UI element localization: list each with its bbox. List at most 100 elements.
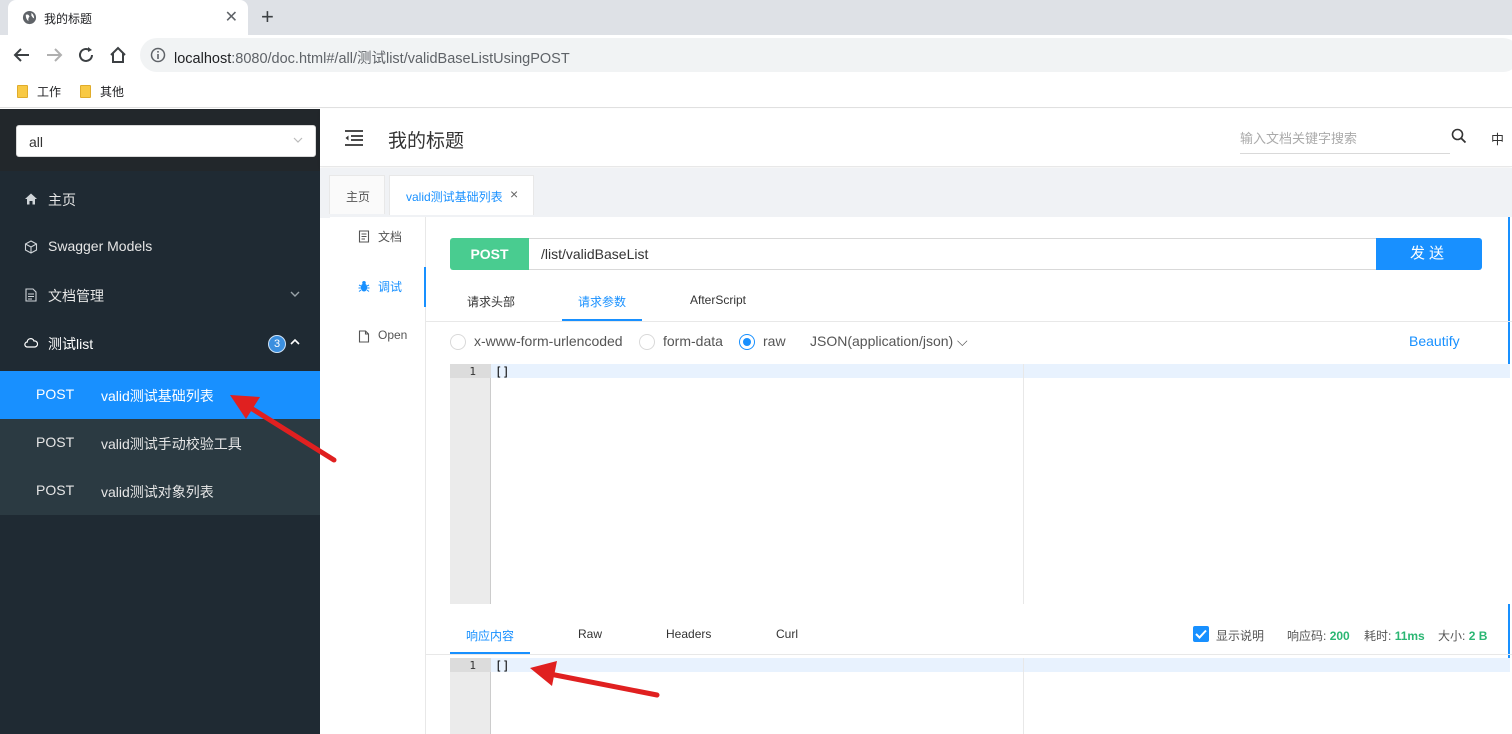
method-badge: POST bbox=[450, 238, 529, 270]
tab-curl[interactable]: Curl bbox=[776, 627, 798, 641]
sidebar-item-doc-manage[interactable]: 文档管理 bbox=[0, 271, 320, 319]
editor-code: [] bbox=[495, 365, 510, 379]
option-label: x-www-form-urlencoded bbox=[474, 333, 623, 349]
sidebar-item-home[interactable]: 主页 bbox=[0, 175, 320, 223]
request-tabs: 请求头部 请求参数 AfterScript bbox=[426, 282, 1512, 322]
url-path: :8080/doc.html#/all/测试list/validBaseList… bbox=[231, 51, 570, 67]
tab-request-params[interactable]: 请求参数 bbox=[578, 293, 626, 310]
address-bar[interactable]: localhost:8080/doc.html#/all/测试list/vali… bbox=[140, 38, 1512, 72]
content-type-select[interactable]: JSON(application/json) ⌵ bbox=[810, 333, 968, 350]
tab-response-content[interactable]: 响应内容 bbox=[466, 627, 514, 644]
chevron-up-icon bbox=[290, 338, 300, 345]
search-icon[interactable] bbox=[1451, 128, 1467, 144]
tab-label: Open bbox=[378, 328, 408, 342]
browser-toolbar: localhost:8080/doc.html#/all/测试list/vali… bbox=[0, 35, 1512, 75]
browser-tab-title: 我的标题 bbox=[44, 12, 93, 26]
print-margin bbox=[1023, 658, 1024, 734]
tab-label: 文档 bbox=[378, 230, 403, 244]
mode-tabs: 文档 调试 Open bbox=[330, 217, 426, 734]
line-number: 1 bbox=[469, 659, 476, 672]
group-select[interactable]: all bbox=[16, 125, 316, 157]
forward-icon[interactable] bbox=[43, 44, 65, 66]
editor-gutter: 1 bbox=[450, 364, 491, 604]
line-number: 1 bbox=[469, 365, 476, 378]
print-margin bbox=[1023, 364, 1024, 604]
search-input[interactable] bbox=[1240, 126, 1440, 150]
bookmark-folder[interactable]: 其他 bbox=[80, 83, 124, 100]
page-title: 我的标题 bbox=[388, 131, 465, 152]
radio-raw[interactable] bbox=[739, 334, 755, 350]
time-label: 耗时: bbox=[1364, 629, 1392, 643]
response-code: 响应码: 200 bbox=[1287, 627, 1350, 644]
editor-code: [] bbox=[495, 659, 510, 673]
api-method: POST bbox=[36, 482, 75, 498]
tab-home[interactable]: 主页 bbox=[329, 175, 385, 214]
sidebar-item-label: 主页 bbox=[48, 192, 76, 208]
bug-icon bbox=[358, 281, 370, 292]
search-box bbox=[1240, 126, 1450, 154]
tab-raw[interactable]: Raw bbox=[578, 627, 602, 641]
browser-tab[interactable]: 我的标题 ✕ bbox=[8, 0, 248, 35]
doc-icon bbox=[25, 288, 37, 302]
folder-icon bbox=[80, 85, 91, 98]
tab-open[interactable]: Open bbox=[330, 317, 426, 357]
file-icon bbox=[358, 330, 370, 343]
url-host: localhost bbox=[174, 51, 232, 67]
active-line bbox=[491, 364, 1510, 378]
option-label: raw bbox=[763, 333, 786, 349]
sidebar-item-label: 测试list bbox=[48, 336, 94, 352]
path-input[interactable]: /list/validBaseList bbox=[529, 238, 1377, 270]
api-title: valid测试对象列表 bbox=[101, 484, 214, 500]
count-badge: 3 bbox=[268, 335, 286, 353]
folder-icon bbox=[17, 85, 28, 98]
annotation-arrow bbox=[230, 395, 337, 463]
url-text: localhost:8080/doc.html#/all/测试list/vali… bbox=[174, 47, 570, 68]
tab-afterscript[interactable]: AfterScript bbox=[690, 293, 746, 307]
cube-icon bbox=[24, 240, 38, 254]
api-method: POST bbox=[36, 434, 75, 450]
home-icon[interactable] bbox=[107, 44, 129, 66]
cloud-icon bbox=[24, 338, 38, 348]
reload-icon[interactable] bbox=[75, 44, 97, 66]
api-item-valid-object-list[interactable]: POST valid测试对象列表 bbox=[0, 467, 320, 515]
request-url-bar: POST /list/validBaseList 发送 bbox=[450, 238, 1482, 270]
show-desc-checkbox[interactable] bbox=[1193, 626, 1209, 642]
request-body-editor[interactable]: 1 [] bbox=[450, 364, 1510, 604]
browser-tabstrip: 我的标题 ✕ + bbox=[0, 0, 1512, 35]
send-button[interactable]: 发送 bbox=[1376, 238, 1482, 270]
beautify-button[interactable]: Beautify bbox=[1409, 333, 1460, 349]
sidebar-item-test-list[interactable]: 测试list 3 bbox=[0, 319, 320, 367]
tab-doc[interactable]: 文档 bbox=[330, 217, 426, 257]
close-tab-icon[interactable]: ✕ bbox=[225, 7, 238, 27]
tab-request-headers[interactable]: 请求头部 bbox=[467, 293, 515, 310]
tab-debug[interactable]: 调试 bbox=[330, 267, 426, 307]
time-value: 11ms bbox=[1394, 629, 1425, 643]
radio-form-data[interactable] bbox=[639, 334, 655, 350]
radio-urlencoded[interactable] bbox=[450, 334, 466, 350]
chevron-down-icon: ⌵ bbox=[953, 333, 968, 349]
code-label: 响应码: bbox=[1287, 629, 1327, 643]
api-method: POST bbox=[36, 386, 75, 402]
new-tab-icon[interactable]: + bbox=[261, 4, 274, 30]
back-icon[interactable] bbox=[11, 44, 33, 66]
home-icon bbox=[25, 193, 37, 205]
content-type-value: JSON(application/json) bbox=[810, 333, 954, 349]
tab-headers[interactable]: Headers bbox=[666, 627, 711, 641]
tab-label: 主页 bbox=[346, 190, 371, 204]
menu-fold-icon[interactable] bbox=[344, 129, 364, 147]
sidebar-item-swagger-models[interactable]: Swagger Models bbox=[0, 223, 320, 271]
group-select-value: all bbox=[29, 134, 44, 150]
tab-valid-base-list[interactable]: valid测试基础列表 × bbox=[389, 175, 534, 215]
code-value: 200 bbox=[1329, 629, 1350, 643]
sidebar-top: all bbox=[0, 109, 320, 171]
globe-icon bbox=[22, 10, 37, 25]
response-tabs: 响应内容 Raw Headers Curl 显示说明 响应码: 200 耗时: … bbox=[426, 615, 1512, 655]
language-switch[interactable]: 中 bbox=[1491, 129, 1504, 148]
bookmark-folder[interactable]: 工作 bbox=[17, 83, 61, 100]
close-icon[interactable]: × bbox=[510, 186, 518, 202]
sidebar-item-label: 文档管理 bbox=[48, 288, 104, 304]
tab-label: valid测试基础列表 bbox=[406, 190, 503, 204]
annotation-arrow bbox=[530, 661, 660, 698]
chevron-down-icon bbox=[293, 137, 303, 143]
info-icon[interactable] bbox=[150, 47, 166, 63]
